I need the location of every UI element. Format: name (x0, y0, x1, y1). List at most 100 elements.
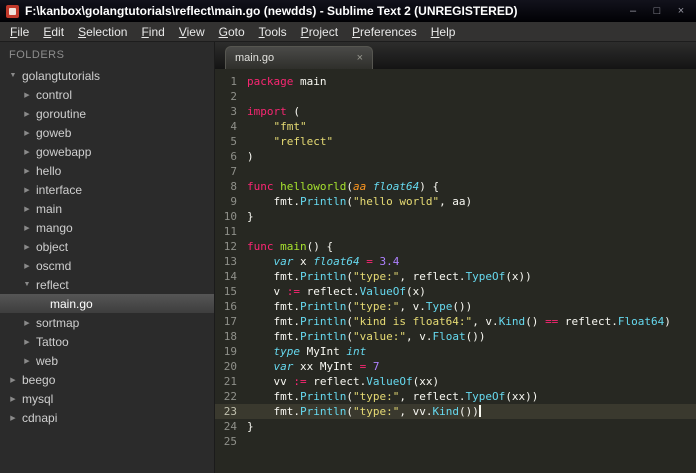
tab-main-go[interactable]: main.go × (225, 46, 373, 69)
line-text: "reflect" (273, 135, 334, 148)
menu-view[interactable]: View (172, 23, 212, 41)
folder-interface[interactable]: ▶ interface (0, 180, 214, 199)
tree-item-label: gowebapp (36, 144, 92, 159)
tree-item-label: goweb (36, 125, 72, 140)
code-line-25[interactable]: 25 (215, 434, 696, 449)
line-number: 16 (223, 300, 237, 313)
line-number: 5 (230, 135, 237, 148)
folder-goweb[interactable]: ▶ goweb (0, 123, 214, 142)
line-text: fmt.Println("kind is float64:", v.Kind()… (247, 315, 671, 328)
tree-item-label: oscmd (36, 258, 72, 273)
line-text: fmt.Println("hello world", aa) (247, 195, 473, 208)
code-line-17[interactable]: 17 fmt.Println("kind is float64:", v.Kin… (215, 314, 696, 329)
menu-goto[interactable]: Goto (212, 23, 252, 41)
line-text: var x float64 = 3.4 (273, 255, 400, 268)
menu-preferences[interactable]: Preferences (345, 23, 424, 41)
folder-mysql[interactable]: ▶ mysql (0, 389, 214, 408)
code-line-3[interactable]: 3 import ( (215, 104, 696, 119)
code-line-12[interactable]: 12 func main() { (215, 239, 696, 254)
line-number: 25 (223, 435, 237, 448)
folder-reflect[interactable]: ▼ reflect (0, 275, 214, 294)
code-line-11[interactable]: 11 (215, 224, 696, 239)
menu-tools[interactable]: Tools (252, 23, 294, 41)
folder-hello[interactable]: ▶ hello (0, 161, 214, 180)
line-text: } (247, 420, 254, 433)
code-line-16[interactable]: 16 fmt.Println("type:", v.Type()) (215, 299, 696, 314)
folder-gowebapp[interactable]: ▶ gowebapp (0, 142, 214, 161)
line-text: fmt.Println("type:", reflect.TypeOf(x)) (247, 270, 532, 283)
code-line-4[interactable]: 4 "fmt" (215, 119, 696, 134)
line-text: fmt.Println("type:", vv.Kind()) (247, 405, 481, 418)
code-line-22[interactable]: 22 fmt.Println("type:", reflect.TypeOf(x… (215, 389, 696, 404)
code-line-7[interactable]: 7 (215, 164, 696, 179)
code-line-24[interactable]: 24} (215, 419, 696, 434)
code-line-9[interactable]: 9 fmt.Println("hello world", aa) (215, 194, 696, 209)
code-line-13[interactable]: 13 var x float64 = 3.4 (215, 254, 696, 269)
maximize-button[interactable]: □ (650, 0, 664, 22)
tree-item-label: goroutine (36, 106, 87, 121)
line-number: 3 (230, 105, 237, 118)
folder-cdnapi[interactable]: ▶ cdnapi (0, 408, 214, 427)
code-line-23[interactable]: 23 fmt.Println("type:", vv.Kind()) (215, 404, 696, 419)
code-line-1[interactable]: 1 package main (215, 74, 696, 89)
code-line-15[interactable]: 15 v := reflect.ValueOf(x) (215, 284, 696, 299)
tree-item-label: main.go (50, 296, 93, 311)
folder-oscmd[interactable]: ▶ oscmd (0, 256, 214, 275)
line-text: v := reflect.ValueOf(x) (247, 285, 426, 298)
tab-close-icon[interactable]: × (357, 52, 363, 64)
folder-control[interactable]: ▶ control (0, 85, 214, 104)
code-line-14[interactable]: 14 fmt.Println("type:", reflect.TypeOf(x… (215, 269, 696, 284)
menu-file[interactable]: File (3, 23, 36, 41)
line-number: 1 (230, 75, 237, 88)
folder-golangtutorials[interactable]: ▼ golangtutorials (0, 66, 214, 85)
code-line-2[interactable]: 2 (215, 89, 696, 104)
line-number: 14 (223, 270, 237, 283)
menu-help[interactable]: Help (424, 23, 463, 41)
folder-beego[interactable]: ▶ beego (0, 370, 214, 389)
chevron-right-icon: ▶ (24, 148, 30, 156)
line-number: 12 (223, 240, 237, 253)
code-line-8[interactable]: 8 func helloworld(aa float64) { (215, 179, 696, 194)
folder-web[interactable]: ▶ web (0, 351, 214, 370)
line-text: fmt.Println("value:", v.Float()) (247, 330, 486, 343)
folder-tree: ▼ golangtutorials ▶ control ▶ goroutine ▶ goweb… (0, 66, 214, 427)
menu-project[interactable]: Project (294, 23, 345, 41)
line-number: 18 (223, 330, 237, 343)
folder-Tattoo[interactable]: ▶ Tattoo (0, 332, 214, 351)
menu-edit[interactable]: Edit (36, 23, 71, 41)
code-line-10[interactable]: 10} (215, 209, 696, 224)
tree-item-label: reflect (36, 277, 69, 292)
folder-sortmap[interactable]: ▶ sortmap (0, 313, 214, 332)
chevron-down-icon: ▼ (23, 281, 31, 288)
chevron-right-icon: ▶ (24, 186, 30, 194)
folder-mango[interactable]: ▶ mango (0, 218, 214, 237)
line-text: func helloworld(aa float64) { (247, 180, 440, 193)
folder-object[interactable]: ▶ object (0, 237, 214, 256)
menu-find[interactable]: Find (134, 23, 171, 41)
tree-item-label: mango (36, 220, 73, 235)
code-line-6[interactable]: 6) (215, 149, 696, 164)
line-text: import ( (247, 105, 300, 118)
chevron-right-icon: ▶ (24, 167, 30, 175)
line-number: 2 (230, 90, 237, 103)
menu-selection[interactable]: Selection (71, 23, 134, 41)
tree-item-label: golangtutorials (22, 68, 101, 83)
minimize-button[interactable]: – (626, 0, 640, 22)
code-line-21[interactable]: 21 vv := reflect.ValueOf(xx) (215, 374, 696, 389)
code-line-19[interactable]: 19 type MyInt int (215, 344, 696, 359)
chevron-right-icon: ▶ (10, 395, 16, 403)
folder-main[interactable]: ▶ main (0, 199, 214, 218)
line-text: package main (247, 75, 327, 88)
close-button[interactable]: × (674, 0, 688, 22)
line-number: 21 (223, 375, 237, 388)
code-area[interactable]: 1 package main 2 3 import (4 "fmt" 5 "reflect… (215, 69, 696, 473)
code-line-5[interactable]: 5 "reflect" (215, 134, 696, 149)
line-number: 17 (223, 315, 237, 328)
file-main.go[interactable]: main.go (0, 294, 214, 313)
folder-goroutine[interactable]: ▶ goroutine (0, 104, 214, 123)
code-line-20[interactable]: 20 var xx MyInt = 7 (215, 359, 696, 374)
tree-item-label: interface (36, 182, 83, 197)
code-line-18[interactable]: 18 fmt.Println("value:", v.Float()) (215, 329, 696, 344)
line-number: 23 (223, 405, 237, 418)
line-number: 11 (223, 225, 237, 238)
